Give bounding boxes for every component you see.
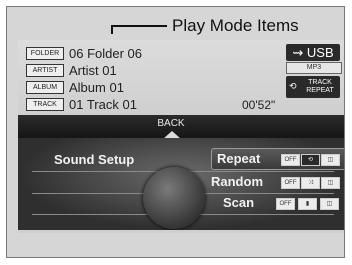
elapsed-time: 00'52" xyxy=(242,98,276,112)
scan-folder-chip[interactable]: ◫ xyxy=(320,198,339,210)
album-tag: ALBUM xyxy=(26,80,64,94)
artist-value: Artist 01 xyxy=(69,62,117,78)
repeat-off-chip[interactable]: OFF xyxy=(281,154,300,166)
track-repeat-label: TRACK REPEAT xyxy=(306,79,334,94)
callout-leader-line xyxy=(111,25,167,27)
repeat-icon: ⟲ xyxy=(289,81,297,91)
selector-knob-icon xyxy=(143,167,205,229)
figure-frame: Play Mode Items FOLDER 06 Folder 06 ARTI… xyxy=(6,6,345,258)
usb-label: USB xyxy=(306,45,334,60)
callout-label: Play Mode Items xyxy=(172,16,299,35)
folder-value: 06 Folder 06 xyxy=(69,45,142,61)
scan-item-label[interactable]: Scan xyxy=(223,195,254,210)
random-shuffle-chip[interactable]: ⤨ xyxy=(301,177,320,189)
usb-icon: ⇝ xyxy=(292,45,304,60)
folder-tag: FOLDER xyxy=(26,46,64,60)
back-button[interactable]: BACK xyxy=(151,118,191,129)
artist-tag: ARTIST xyxy=(26,63,64,77)
album-value: Album 01 xyxy=(69,79,124,95)
scan-track-chip[interactable]: ▮ xyxy=(298,198,317,210)
random-item-label[interactable]: Random xyxy=(211,174,263,189)
info-row-artist: ARTIST Artist 01 xyxy=(26,62,117,78)
random-folder-chip[interactable]: ◫ xyxy=(321,177,340,189)
audio-screen: FOLDER 06 Folder 06 ARTIST Artist 01 ALB… xyxy=(18,40,344,230)
scan-off-chip[interactable]: OFF xyxy=(276,198,295,210)
callout-leader-drop xyxy=(111,25,113,34)
track-tag: TRACK xyxy=(26,97,64,111)
sound-setup-item[interactable]: Sound Setup xyxy=(54,152,134,167)
repeat-track-chip[interactable]: ⟲ xyxy=(301,154,320,166)
repeat-folder-chip[interactable]: ◫ xyxy=(321,154,340,166)
track-repeat-badge: ⟲ TRACK REPEAT xyxy=(286,76,340,98)
screen-bottom-bezel xyxy=(18,230,344,233)
info-row-folder: FOLDER 06 Folder 06 xyxy=(26,45,142,61)
random-off-chip[interactable]: OFF xyxy=(281,177,300,189)
info-row-album: ALBUM Album 01 xyxy=(26,79,124,95)
track-value: 01 Track 01 xyxy=(69,96,137,112)
format-badge: MP3 xyxy=(286,62,342,74)
usb-source-badge: ⇝ USB xyxy=(286,44,340,61)
repeat-item-label[interactable]: Repeat xyxy=(217,151,260,166)
info-row-track: TRACK 01 Track 01 xyxy=(26,96,137,112)
